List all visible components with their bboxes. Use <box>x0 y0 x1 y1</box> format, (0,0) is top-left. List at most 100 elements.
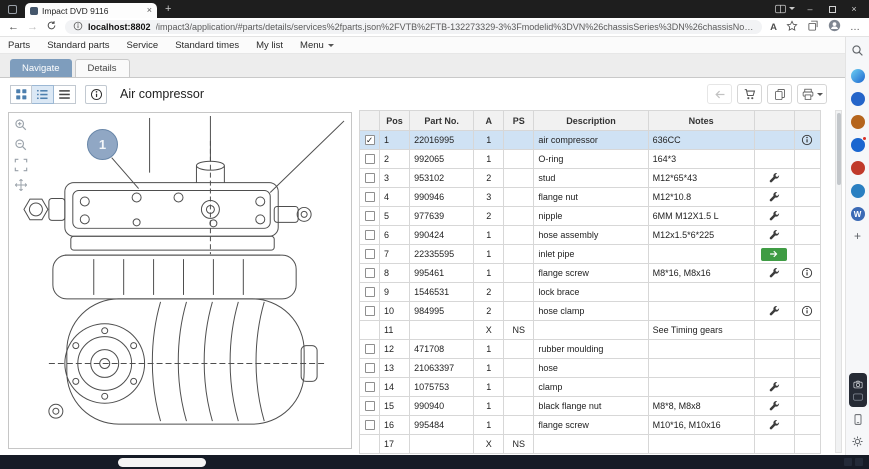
system-tray[interactable] <box>844 458 863 466</box>
sidebar-icon-msn[interactable] <box>851 138 865 152</box>
part-row-8[interactable]: 89954611flange screwM8*16, M8x16 <box>360 264 821 283</box>
sidebar-icon-discover[interactable] <box>851 92 865 106</box>
zoom-in-icon[interactable] <box>13 117 28 132</box>
screenshot-widget[interactable] <box>849 373 867 407</box>
settings-gear-icon[interactable] <box>851 435 864 451</box>
sidebar-icon-copilot[interactable] <box>851 69 865 83</box>
row-checkbox[interactable] <box>365 211 375 221</box>
cart-button[interactable] <box>737 84 762 104</box>
collections-icon[interactable] <box>807 20 819 35</box>
col-header-pos[interactable]: Pos <box>380 111 410 131</box>
adjust-wrench-button[interactable] <box>769 401 780 412</box>
part-row-13[interactable]: 13210633971hose <box>360 359 821 378</box>
part-row-10[interactable]: 109849952hose clamp <box>360 302 821 321</box>
part-row-1[interactable]: ✓1220169951air compressor636CC <box>360 131 821 150</box>
pan-icon[interactable] <box>13 177 28 192</box>
refresh-icon[interactable] <box>46 20 57 34</box>
table-scrollbar[interactable] <box>835 110 842 453</box>
part-row-6[interactable]: 69904241hose assemblyM12x1.5*6*225 <box>360 226 821 245</box>
address-bar[interactable]: localhost:8802 /impact3/application/#par… <box>65 20 762 34</box>
list-view-button[interactable] <box>32 85 54 104</box>
col-header-notes[interactable]: Notes <box>648 111 754 131</box>
tab-close-icon[interactable]: × <box>147 6 152 15</box>
adjust-wrench-button[interactable] <box>769 211 780 222</box>
part-callout-1[interactable]: 1 <box>87 129 118 160</box>
col-header-blank[interactable] <box>794 111 820 131</box>
row-checkbox[interactable] <box>365 287 375 297</box>
col-header-ps[interactable]: PS <box>504 111 534 131</box>
adjust-wrench-button[interactable] <box>769 230 780 241</box>
new-tab-button[interactable]: + <box>165 3 171 15</box>
zoom-out-icon[interactable] <box>13 137 28 152</box>
close-button[interactable]: × <box>843 0 865 18</box>
scrollbar-thumb[interactable] <box>837 113 841 185</box>
copy-button[interactable] <box>767 84 792 104</box>
part-row-3[interactable]: 39531022studM12*65*43 <box>360 169 821 188</box>
part-info-button[interactable] <box>801 134 813 146</box>
adjust-wrench-button[interactable] <box>769 306 780 317</box>
split-caret-icon[interactable] <box>789 7 795 13</box>
menu-item-my-list[interactable]: My list <box>256 40 283 51</box>
col-header-a[interactable]: A <box>474 111 504 131</box>
adjust-wrench-button[interactable] <box>769 268 780 279</box>
row-checkbox[interactable] <box>365 382 375 392</box>
sidebar-icon-tools[interactable] <box>851 184 865 198</box>
adjust-wrench-button[interactable] <box>769 420 780 431</box>
info-button[interactable] <box>85 85 107 104</box>
row-checkbox[interactable] <box>365 192 375 202</box>
grid-view-button[interactable] <box>10 85 32 104</box>
row-checkbox[interactable] <box>365 306 375 316</box>
part-row-14[interactable]: 1410757531clamp <box>360 378 821 397</box>
part-info-button[interactable] <box>801 267 813 279</box>
part-row-7[interactable]: 7223355951inlet pipe <box>360 245 821 264</box>
part-row-5[interactable]: 59776392nipple6MM M12X1.5 L <box>360 207 821 226</box>
sidebar-icon-add[interactable]: + <box>854 230 861 242</box>
drawing-panel[interactable]: 1 <box>8 112 352 449</box>
maximize-button[interactable] <box>821 0 843 18</box>
part-row-11[interactable]: 11XNSSee Timing gears <box>360 321 821 340</box>
favorites-star-icon[interactable] <box>786 20 798 35</box>
browser-forward-icon[interactable]: → <box>27 22 38 33</box>
row-checkbox[interactable] <box>365 154 375 164</box>
back-button[interactable] <box>707 84 732 104</box>
row-checkbox[interactable] <box>365 420 375 430</box>
menu-item-standard-times[interactable]: Standard times <box>175 40 239 51</box>
tab-navigate[interactable]: Navigate <box>10 59 72 77</box>
menu-item-standard-parts[interactable]: Standard parts <box>47 40 109 51</box>
col-header-blank[interactable] <box>754 111 794 131</box>
print-button[interactable] <box>797 84 827 104</box>
sidebar-icon-shopping[interactable] <box>851 115 865 129</box>
row-checkbox[interactable] <box>365 363 375 373</box>
adjust-wrench-button[interactable] <box>769 382 780 393</box>
profile-avatar[interactable] <box>828 19 841 35</box>
workspace-icon[interactable] <box>8 5 17 14</box>
phone-link-icon[interactable] <box>852 413 864 429</box>
browser-back-icon[interactable]: ← <box>8 22 19 33</box>
row-checkbox[interactable] <box>365 249 375 259</box>
row-checkbox[interactable]: ✓ <box>365 135 375 145</box>
compact-view-button[interactable] <box>54 85 76 104</box>
part-row-12[interactable]: 124717081rubber moulding <box>360 340 821 359</box>
part-row-16[interactable]: 169954841flange screwM10*16, M10x16 <box>360 416 821 435</box>
menu-item-service[interactable]: Service <box>127 40 159 51</box>
part-row-2[interactable]: 29920651O-ring164*3 <box>360 150 821 169</box>
sidebar-icon-wikipedia[interactable]: W <box>851 207 865 221</box>
go-to-part-button[interactable] <box>761 248 787 261</box>
zoom-fit-icon[interactable] <box>13 157 28 172</box>
sidebar-icon-games[interactable] <box>851 161 865 175</box>
part-row-17[interactable]: 17XNS <box>360 435 821 454</box>
col-header-part-no[interactable]: Part No. <box>410 111 474 131</box>
menu-item-parts[interactable]: Parts <box>8 40 30 51</box>
minimize-button[interactable]: – <box>799 0 821 18</box>
sidebar-icon-search[interactable] <box>851 44 864 60</box>
part-row-15[interactable]: 159909401black flange nutM8*8, M8x8 <box>360 397 821 416</box>
row-checkbox[interactable] <box>365 401 375 411</box>
part-row-4[interactable]: 49909463flange nutM12*10.8 <box>360 188 821 207</box>
row-checkbox[interactable] <box>365 268 375 278</box>
row-checkbox[interactable] <box>365 344 375 354</box>
site-info-icon[interactable] <box>73 21 83 34</box>
row-checkbox[interactable] <box>365 230 375 240</box>
read-aloud-icon[interactable]: A <box>770 22 777 33</box>
part-info-button[interactable] <box>801 305 813 317</box>
row-checkbox[interactable] <box>365 173 375 183</box>
